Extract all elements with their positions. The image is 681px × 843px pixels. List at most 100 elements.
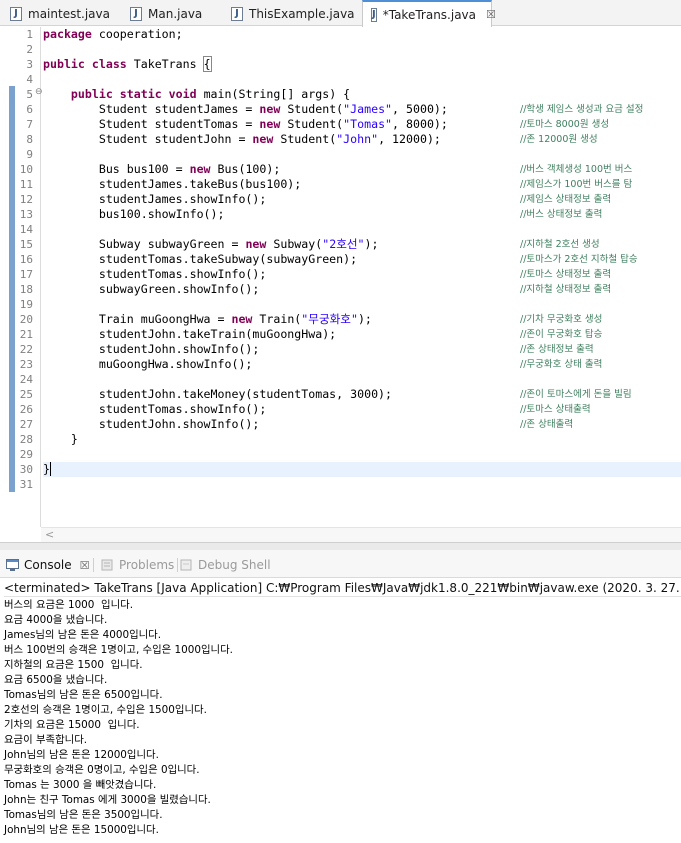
code-line-3: public class TakeTrans { [43,56,212,72]
line-number: 7 [26,118,33,131]
line-number: 10 [19,163,33,176]
console-line: 2호선의 승객은 1명이고, 수입은 1500입니다. [4,704,207,716]
line-number: 1 [26,28,33,41]
line-number: 11 [19,178,33,191]
code-line-13: bus100.showInfo(); [98,207,225,221]
code-line-1: package cooperation; [43,27,183,41]
line-number: 6 [26,103,33,116]
tab-console[interactable]: Console ☒ [6,554,90,576]
comment-line-6: //학생 제임스 생성과 요금 설정 [520,104,644,115]
line-number: 16 [19,253,33,266]
console-line: 요금 6500을 냈습니다. [4,674,108,686]
comment-line-7: //토마스 8000원 생성 [520,119,610,130]
code-line-6: Student studentJames = new Student("Jame… [98,102,448,116]
line-number: 2 [26,43,33,56]
tab-label: maintest.java [28,7,110,21]
code-line-15: Subway subwayGreen = new Subway("2호선"); [98,237,379,251]
close-icon[interactable]: ☒ [80,559,90,572]
line-number: 22 [19,343,33,356]
comment-line-15: //지하철 2호선 생성 [520,239,600,250]
code-line-21: studentJohn.takeTrain(muGoongHwa); [98,327,337,341]
console-line: John님의 남은 돈은 12000입니다. [4,749,159,761]
line-number: 3 [26,58,33,71]
horizontal-scrollbar[interactable]: < [41,527,681,542]
code-editor[interactable]: 1 2 3 4 5 6 7 8 9 10 11 12 13 14 15 16 17 18 19 20 21 22 23 24 2… [0,27,681,542]
tab-maintest[interactable]: J maintest.java [2,2,120,26]
line-number: 27 [19,418,33,431]
line-number: 8 [26,133,33,146]
line-number: 12 [19,193,33,206]
line-number: 13 [19,208,33,221]
line-number: 19 [19,298,33,311]
tab-debug-shell[interactable]: Debug Shell [180,554,271,576]
fold-collapse-icon[interactable]: ⊖ [35,87,43,97]
code-line-17: studentTomas.showInfo(); [98,267,267,281]
code-line-30-current: } [43,462,681,477]
console-line: John는 친구 Tomas 에게 3000을 빌렸습니다. [4,794,211,806]
line-number: 9 [26,148,33,161]
scroll-left-icon[interactable]: < [45,528,54,541]
console-line: 버스 100번의 승객은 1명이고, 수입은 1000입니다. [4,644,233,656]
comment-line-8: //존 12000원 생성 [520,134,598,145]
line-number: 31 [19,478,33,491]
line-number: 29 [19,448,33,461]
tab-label: Debug Shell [198,558,271,572]
line-number: 21 [19,328,33,341]
comment-line-26: //토마스 상태출력 [520,404,591,415]
console-line: Tomas 는 3000 을 빼앗겼습니다. [4,779,157,791]
line-number-gutter: 1 2 3 4 5 6 7 8 9 10 11 12 13 14 15 16 17 18 19 20 21 22 23 24 2… [17,27,43,527]
line-number: 28 [19,433,33,446]
code-line-26: studentTomas.showInfo(); [98,402,267,416]
code-line-5: public static void main(String[] args) { [70,87,351,101]
code-line-28: } [70,432,78,446]
comment-line-11: //제임스가 100번 버스를 탐 [520,179,633,190]
debug-shell-icon [180,559,192,571]
line-number: 20 [19,313,33,326]
code-line-18: subwayGreen.showInfo(); [98,282,260,296]
change-marker [9,86,15,492]
panel-divider[interactable] [0,542,681,550]
code-line-8: Student studentJohn = new Student("John"… [98,132,441,146]
comment-line-12: //제임스 상태정보 출력 [520,194,612,205]
comment-line-22: //존 상태정보 출력 [520,344,594,355]
java-file-icon: J [231,7,243,21]
panel-tab-bar: Console ☒ Problems Debug Shell [0,550,681,578]
line-number: 14 [19,223,33,236]
close-icon[interactable]: ☒ [486,8,496,21]
console-output[interactable]: 버스의 요금은 1000 입니다. 요금 4000을 냈습니다. James님의… [0,598,681,843]
line-number: 30 [19,463,33,476]
comment-line-20: //기차 무궁화호 생성 [520,314,603,325]
console-line: Tomas님의 남은 돈은 3500입니다. [4,809,163,821]
tab-label: ThisExample.java [249,7,355,21]
console-icon [6,559,19,571]
code-line-11: studentJames.takeBus(bus100); [98,177,302,191]
tab-man[interactable]: J Man.java [122,2,222,26]
code-line-10: Bus bus100 = new Bus(100); [98,162,281,176]
tab-label: Problems [119,558,175,572]
console-line: 요금이 부족합니다. [4,734,88,746]
java-file-icon: J [130,7,142,21]
line-number: 5 [26,88,33,101]
comment-line-16: //토마스가 2호선 지하철 탑승 [520,254,638,265]
console-line: 기차의 요금은 15000 입니다. [4,719,140,731]
comment-line-23: //무궁화호 상태 출력 [520,359,603,370]
line-number: 25 [19,388,33,401]
tab-problems[interactable]: Problems [101,554,174,576]
code-line-27: studentJohn.showInfo(); [98,417,260,431]
code-line-16: studentTomas.takeSubway(subwayGreen); [98,252,358,266]
console-line: Tomas님의 남은 돈은 6500입니다. [4,689,163,701]
tab-separator [93,558,94,572]
tab-thisexample[interactable]: J ThisExample.java [223,2,361,26]
console-line: 버스의 요금은 1000 입니다. [4,599,133,611]
console-line: 지하철의 요금은 1500 입니다. [4,659,143,671]
line-number: 17 [19,268,33,281]
code-line-7: Student studentTomas = new Student("Toma… [98,117,448,131]
tab-label: Console [24,558,72,572]
line-number: 18 [19,283,33,296]
console-line: John님의 남은 돈은 15000입니다. [4,824,159,836]
line-number: 4 [26,73,33,86]
tab-taketrans[interactable]: J *TakeTrans.java ☒ [362,0,496,27]
comment-line-10: //버스 객체생성 100번 버스 [520,164,633,175]
matching-brace: { [202,56,212,72]
java-file-icon: J [10,7,22,21]
